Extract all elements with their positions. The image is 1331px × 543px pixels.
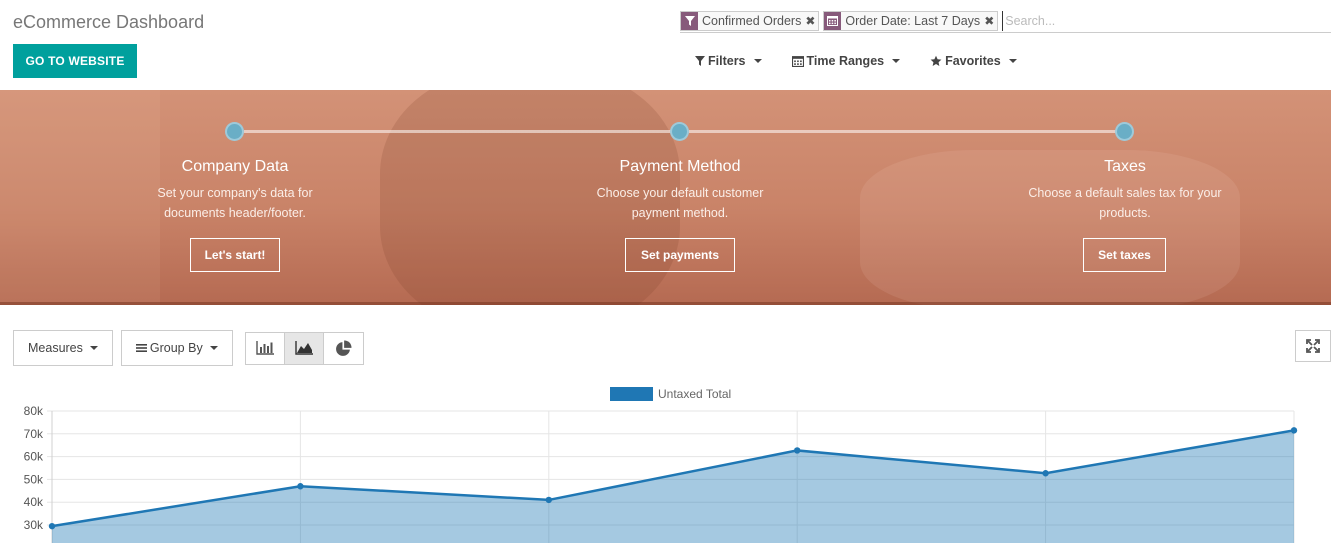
filter-icon [695,56,705,66]
series-area [52,430,1294,543]
bar-chart-icon [256,341,274,355]
y-tick-label: 70k [24,427,44,441]
step-description: Set your company's data for [157,186,313,200]
banner-border [0,302,1331,305]
control-panel: eCommerce Dashboard GO TO WEBSITE Confir… [0,0,1331,90]
favorites-label: Favorites [945,54,1001,68]
y-tick-label: 30k [24,518,44,532]
area-chart: 80k 70k 60k 50k 40k 30k [24,404,1298,543]
y-tick-label: 50k [24,472,44,486]
time-ranges-dropdown[interactable]: Time Ranges [791,52,901,70]
calendar-icon [791,56,804,67]
calendar-icon [824,11,842,30]
set-taxes-button[interactable]: Set taxes [1083,238,1166,272]
data-point[interactable] [297,483,304,490]
search-facet-order-date[interactable]: Order Date: Last 7 Days ✖ [823,10,999,31]
data-point[interactable] [545,496,552,504]
filter-icon [681,11,698,30]
facet-label: Order Date: Last 7 Days [841,11,985,30]
progress-line [689,130,1117,133]
step-title: Payment Method [619,158,741,175]
chevron-down-icon [753,59,762,63]
facet-label: Confirmed Orders [698,11,806,30]
step-company-data: Company Data Set your company's data for… [85,158,385,223]
onboarding-banner: Company Data Set your company's data for… [0,90,1331,305]
step-description: payment method. [631,206,729,220]
close-icon[interactable]: ✖ [805,11,819,30]
step-title: Company Data [181,158,289,175]
line-chart-icon [295,341,313,355]
step-dot [670,122,689,141]
chevron-down-icon [1008,59,1017,63]
y-tick-label: 40k [24,495,44,509]
step-title: Taxes [1104,158,1146,175]
page-title: eCommerce Dashboard [13,12,205,32]
search-dropdowns: Filters Time Ranges Favorites [695,52,1047,70]
list-icon [135,344,147,352]
set-payments-button[interactable]: Set payments [625,238,735,272]
data-point[interactable] [48,522,56,530]
step-description: documents header/footer. [164,206,306,220]
data-point[interactable] [1042,470,1049,477]
time-ranges-label: Time Ranges [806,54,885,68]
step-payment-method: Payment Method Choose your default custo… [530,158,830,223]
filters-dropdown[interactable]: Filters [695,52,762,70]
chevron-down-icon [89,346,98,350]
filters-label: Filters [708,54,746,68]
progress-line [244,130,672,133]
search-input[interactable] [1002,10,1331,31]
step-taxes: Taxes Choose a default sales tax for you… [975,158,1275,223]
data-point[interactable] [1290,427,1298,434]
close-icon[interactable]: ✖ [984,11,998,30]
y-tick-label: 60k [24,450,44,464]
graph-area: Untaxed Total 80k 70k 60k 50k 40k 30k [0,380,1331,543]
data-point[interactable] [794,447,801,454]
lets-start-button[interactable]: Let's start! [190,238,280,272]
step-description: Choose a default sales tax for your [1028,186,1222,200]
go-to-website-button[interactable]: GO TO WEBSITE [13,44,137,78]
step-description: Choose your default customer [596,186,764,200]
step-description: products. [1099,206,1151,220]
y-tick-label: 80k [24,404,44,418]
pie-chart-button[interactable] [323,332,363,364]
measures-button[interactable]: Measures [13,330,113,366]
search-bar: Confirmed Orders ✖ Order Date: Last 7 Da… [680,9,1331,33]
chevron-down-icon [892,59,901,63]
group-by-button[interactable]: Group By [120,330,233,366]
measures-label: Measures [28,341,83,355]
step-dot [225,122,244,141]
step-dot [1115,122,1134,141]
pie-chart-icon [335,340,352,356]
graph-toolbar: Measures Group By [13,330,364,366]
chevron-down-icon [209,346,218,350]
group-by-label: Group By [149,341,203,355]
favorites-dropdown[interactable]: Favorites [930,52,1017,70]
search-facet-confirmed-orders[interactable]: Confirmed Orders ✖ [680,10,820,31]
graph-view-switcher [244,331,364,365]
line-chart-button[interactable] [284,332,324,364]
star-icon [930,55,942,66]
bar-chart-button[interactable] [245,332,285,364]
expand-icon [1306,339,1320,353]
expand-button[interactable] [1295,330,1331,362]
